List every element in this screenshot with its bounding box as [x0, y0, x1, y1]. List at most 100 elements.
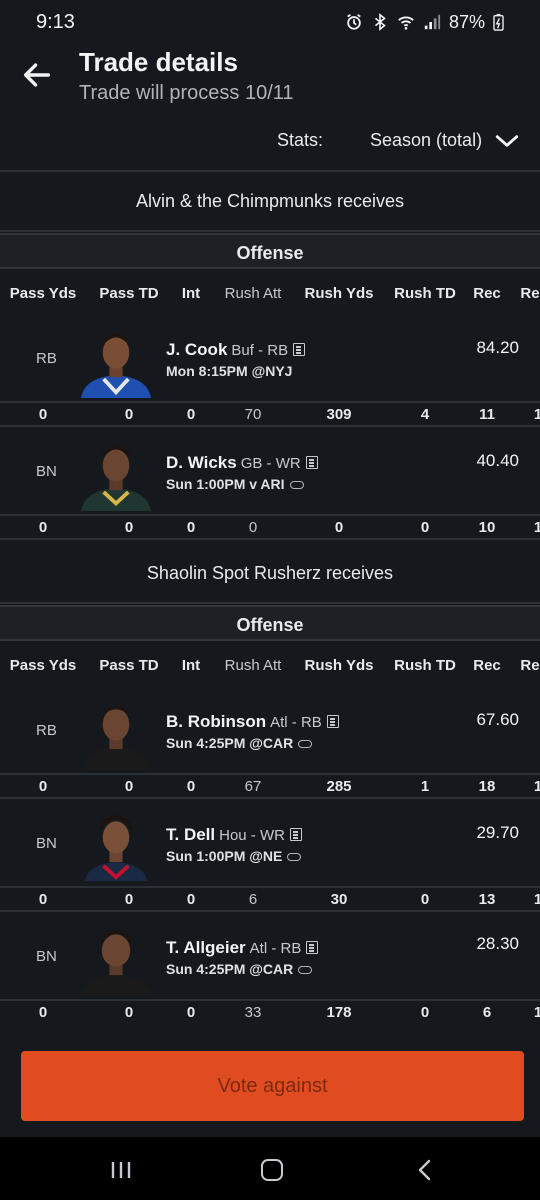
player-note-icon[interactable] [306, 941, 319, 954]
stat-value: 0 [124, 406, 134, 423]
col-rush-td: Rush TD [394, 285, 456, 302]
position-group-header: Offense [0, 233, 540, 269]
battery-level: 87% [448, 11, 485, 32]
battery-icon [493, 13, 504, 31]
stat-value: 1 [420, 778, 430, 795]
col-rec-yds: Re [520, 285, 540, 302]
stat-value: 0 [420, 1004, 430, 1021]
player-game-info: Sun 4:25PM @CAR [166, 735, 313, 751]
col-rec: Rec [473, 657, 501, 674]
stat-value: 285 [326, 778, 352, 795]
col-rush-att: Rush Att [224, 285, 282, 302]
player-name[interactable]: D. Wicks GB - WR [166, 453, 318, 473]
stat-value: 0 [186, 406, 196, 423]
player-note-icon[interactable] [289, 828, 302, 841]
page-subtitle: Trade will process 10/11 [79, 82, 294, 104]
stat-value: 1 [533, 778, 540, 795]
stat-value: 0 [38, 519, 48, 536]
stat-value: 1 [533, 891, 540, 908]
player-note-icon[interactable] [305, 456, 318, 469]
player-team-position: Buf - RB [231, 342, 289, 359]
player-team-position: Hou - WR [219, 827, 285, 844]
player-position: BN [36, 835, 57, 852]
col-rec-yds: Re [520, 657, 540, 674]
status-time: 9:13 [36, 10, 75, 33]
recent-apps-icon[interactable] [110, 1161, 132, 1179]
player-position: BN [36, 463, 57, 480]
stat-value: 178 [326, 1004, 352, 1021]
stat-value: 0 [124, 1004, 134, 1021]
col-pass-td: Pass TD [99, 285, 159, 302]
weather-cloud-icon [287, 853, 302, 861]
col-pass-td: Pass TD [99, 657, 159, 674]
player-points: 84.20 [476, 338, 519, 357]
player-row[interactable]: RB J. Cook Buf - RB Mon 8:15PM @NYJ 84.20 [0, 318, 540, 402]
stats-filter-value[interactable]: Season (total) [370, 130, 482, 151]
stats-filter[interactable]: Stats: Season (total) [0, 118, 540, 168]
status-icons: 87% [345, 12, 504, 33]
status-bar: 9:13 87% [0, 0, 540, 44]
player-name[interactable]: J. Cook Buf - RB [166, 340, 306, 360]
team-receives-header: Alvin & the Chimpmunks receives [135, 191, 405, 211]
back-arrow-icon[interactable] [20, 58, 54, 92]
col-rush-att: Rush Att [224, 657, 282, 674]
stat-value: 0 [186, 891, 196, 908]
player-row[interactable]: BN T. Allgeier Atl - RB Sun 4:25PM @CAR 2… [0, 914, 540, 998]
col-pass-yds: Pass Yds [9, 657, 77, 674]
player-game-info: Mon 8:15PM @NYJ [166, 363, 292, 379]
home-icon[interactable] [261, 1159, 283, 1181]
stat-value: 309 [326, 406, 352, 423]
player-note-icon[interactable] [293, 343, 306, 356]
stat-value: 4 [420, 406, 430, 423]
game-time-text: Sun 4:25PM @CAR [166, 735, 294, 751]
wifi-icon [398, 16, 414, 30]
player-name-text: J. Cook [166, 340, 228, 359]
stats-filter-label: Stats: [277, 130, 324, 150]
bluetooth-icon [374, 13, 386, 31]
stat-value: 11 [479, 406, 495, 423]
stat-value: 0 [38, 778, 48, 795]
vote-against-button[interactable]: Vote against [21, 1051, 524, 1121]
player-photo [80, 929, 152, 996]
stat-value: 0 [124, 891, 134, 908]
player-name[interactable]: T. Allgeier Atl - RB [166, 938, 319, 958]
player-points: 29.70 [476, 823, 519, 842]
player-row[interactable]: BN D. Wicks GB - WR Sun 1:00PM v ARI 40.4… [0, 429, 540, 513]
player-stat-line: 0 0 0 0 0 0 10 1 [0, 514, 540, 540]
player-stat-line: 0 0 0 6 30 0 13 1 [0, 886, 540, 912]
player-name[interactable]: T. Dell Hou - WR [166, 825, 302, 845]
chevron-down-icon[interactable] [494, 128, 520, 154]
stat-value: 0 [420, 891, 430, 908]
system-back-icon[interactable] [414, 1159, 436, 1181]
signal-icon [424, 14, 441, 30]
stat-value: 1 [533, 1004, 540, 1021]
player-name-text: B. Robinson [166, 712, 267, 731]
player-photo [80, 706, 152, 770]
team-receives-header: Shaolin Spot Rusherz receives [146, 563, 394, 583]
player-position: RB [36, 350, 57, 367]
player-row[interactable]: RB B. Robinson Atl - RB Sun 4:25PM @CAR 6… [0, 690, 540, 774]
stat-value: 0 [248, 519, 258, 536]
stat-value: 30 [330, 891, 348, 908]
stat-value: 70 [244, 406, 262, 423]
stat-value: 33 [244, 1004, 262, 1021]
player-points: 40.40 [476, 451, 519, 470]
stat-value: 6 [482, 1004, 492, 1021]
player-team-position: GB - WR [240, 455, 301, 472]
stat-value: 0 [334, 519, 344, 536]
stat-columns-header: Pass Yds Pass TD Int Rush Att Rush Yds R… [0, 270, 540, 318]
stat-value: 0 [186, 1004, 196, 1021]
divider [0, 230, 540, 232]
player-points: 28.30 [476, 934, 519, 953]
stat-value: 6 [248, 891, 258, 908]
app-header: Trade details Trade will process 10/11 [0, 44, 540, 116]
stat-value: 0 [38, 1004, 48, 1021]
player-note-icon[interactable] [326, 715, 339, 728]
player-row[interactable]: BN T. Dell Hou - WR Sun 1:00PM @NE 29.70 [0, 801, 540, 885]
weather-cloud-icon [289, 481, 304, 489]
col-rec: Rec [473, 285, 501, 302]
player-stat-line: 0 0 0 33 178 0 6 1 [0, 999, 540, 1025]
divider [0, 602, 540, 604]
player-name[interactable]: B. Robinson Atl - RB [166, 712, 339, 732]
player-photo [80, 333, 152, 398]
